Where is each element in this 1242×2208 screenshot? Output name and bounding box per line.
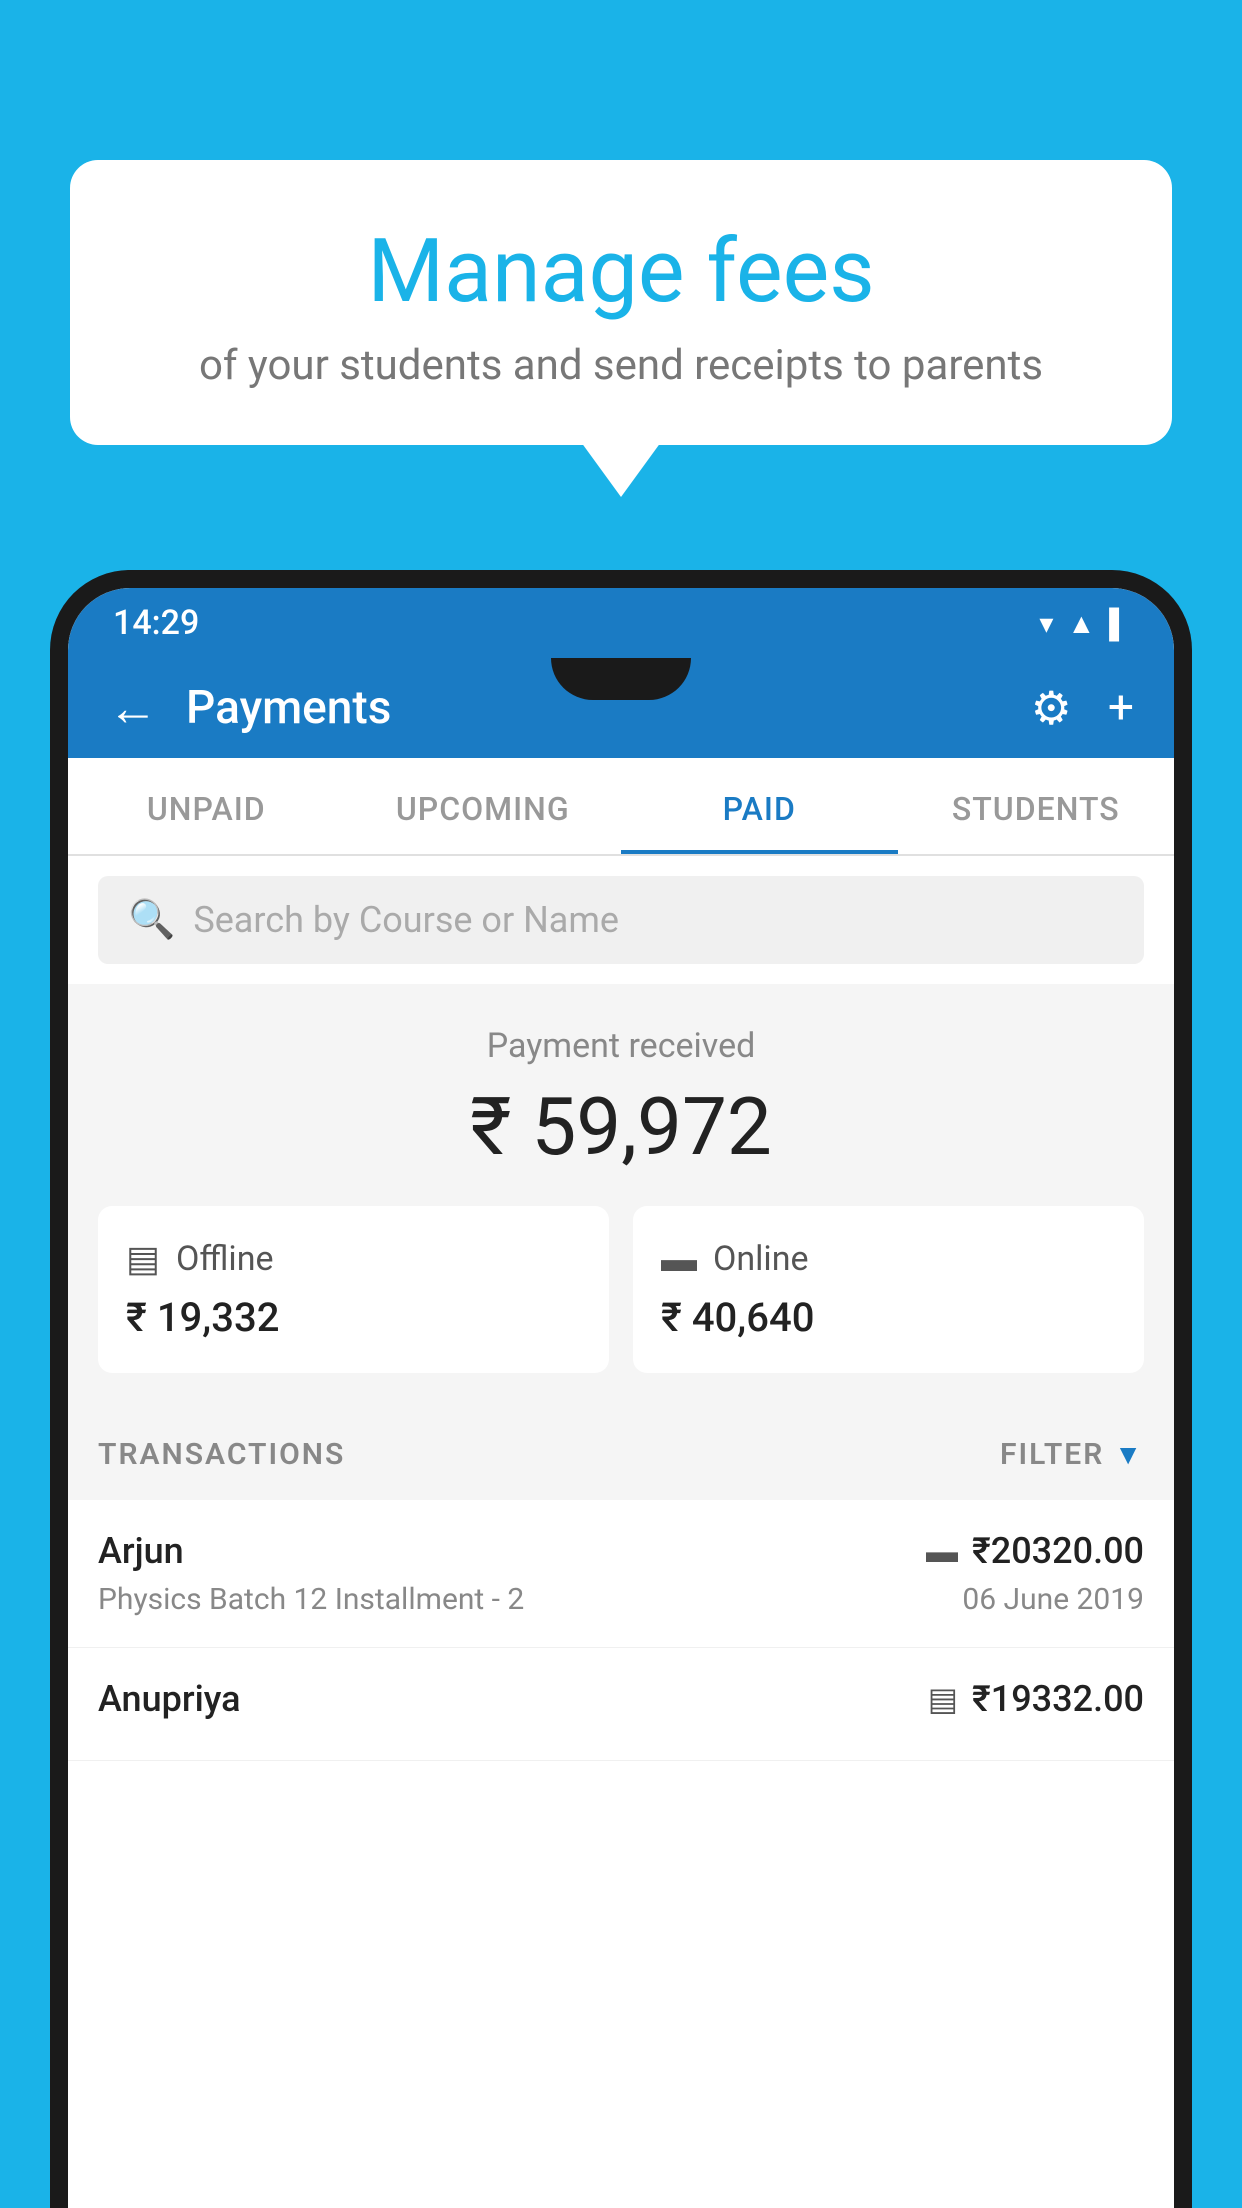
transaction-amount: ₹19332.00 [972,1678,1144,1720]
payment-total-amount: ₹ 59,972 [98,1080,1144,1174]
status-bar: 14:29 ▾ ▲ ▌ [68,588,1174,658]
transaction-date: 06 June 2019 [962,1582,1144,1617]
phone-screen: 14:29 ▾ ▲ ▌ ← Payments ⚙ + UNPAID UPCOMI… [68,588,1174,2208]
bubble-title: Manage fees [120,220,1122,323]
tab-upcoming[interactable]: UPCOMING [345,758,622,854]
transaction-row-1: Arjun ▬ ₹20320.00 [98,1530,1144,1572]
table-row[interactable]: Arjun ▬ ₹20320.00 Physics Batch 12 Insta… [68,1500,1174,1648]
online-label: Online [713,1239,809,1279]
transaction-course: Physics Batch 12 Installment - 2 [98,1582,524,1617]
settings-icon[interactable]: ⚙ [1031,681,1072,736]
offline-icon: ▤ [126,1238,160,1280]
payment-cards: ▤ Offline ₹ 19,332 ▬ Online ₹ 40,640 [98,1206,1144,1373]
online-icon: ▬ [661,1238,697,1280]
search-container: 🔍 Search by Course or Name [68,856,1174,984]
back-button[interactable]: ← [108,679,158,738]
online-card-header: ▬ Online [661,1238,1116,1280]
speech-bubble: Manage fees of your students and send re… [70,160,1172,445]
payment-received-label: Payment received [98,1026,1144,1066]
header-icons: ⚙ + [1031,681,1134,736]
search-input[interactable]: Search by Course or Name [193,899,619,941]
bubble-subtitle: of your students and send receipts to pa… [120,341,1122,390]
filter-label: FILTER [1000,1437,1104,1472]
transactions-label: TRANSACTIONS [98,1437,345,1472]
add-icon[interactable]: + [1108,681,1134,735]
tab-unpaid[interactable]: UNPAID [68,758,345,854]
filter-icon: ▼ [1114,1438,1144,1471]
transactions-list: Arjun ▬ ₹20320.00 Physics Batch 12 Insta… [68,1500,1174,2208]
tab-students[interactable]: STUDENTS [898,758,1175,854]
offline-amount: ₹ 19,332 [126,1294,581,1341]
transaction-amount-row: ▬ ₹20320.00 [926,1530,1144,1572]
filter-button[interactable]: FILTER ▼ [1000,1437,1144,1472]
phone-notch [551,658,691,700]
transaction-amount-row: ▤ ₹19332.00 [928,1678,1144,1720]
offline-label: Offline [176,1239,273,1279]
offline-card-header: ▤ Offline [126,1238,581,1280]
table-row[interactable]: Anupriya ▤ ₹19332.00 [68,1648,1174,1761]
online-amount: ₹ 40,640 [661,1294,1116,1341]
search-box[interactable]: 🔍 Search by Course or Name [98,876,1144,964]
transaction-name: Anupriya [98,1678,241,1720]
wifi-icon: ▾ [1039,607,1053,640]
transaction-amount: ₹20320.00 [972,1530,1144,1572]
offline-pay-icon: ▤ [928,1680,958,1718]
phone-frame: 14:29 ▾ ▲ ▌ ← Payments ⚙ + UNPAID UPCOMI… [50,570,1192,2208]
transactions-header: TRANSACTIONS FILTER ▼ [68,1409,1174,1500]
search-icon: 🔍 [128,898,175,942]
offline-card: ▤ Offline ₹ 19,332 [98,1206,609,1373]
online-card: ▬ Online ₹ 40,640 [633,1206,1144,1373]
transaction-row-2: Physics Batch 12 Installment - 2 06 June… [98,1582,1144,1617]
tab-paid[interactable]: PAID [621,758,898,854]
transaction-row-1: Anupriya ▤ ₹19332.00 [98,1678,1144,1720]
signal-icon: ▲ [1067,607,1095,640]
battery-icon: ▌ [1109,607,1129,640]
online-pay-icon: ▬ [926,1532,958,1570]
tabs-bar: UNPAID UPCOMING PAID STUDENTS [68,758,1174,856]
status-time: 14:29 [113,603,199,643]
transaction-name: Arjun [98,1530,184,1572]
status-icons: ▾ ▲ ▌ [1039,607,1129,640]
payment-summary: Payment received ₹ 59,972 ▤ Offline ₹ 19… [68,984,1174,1409]
